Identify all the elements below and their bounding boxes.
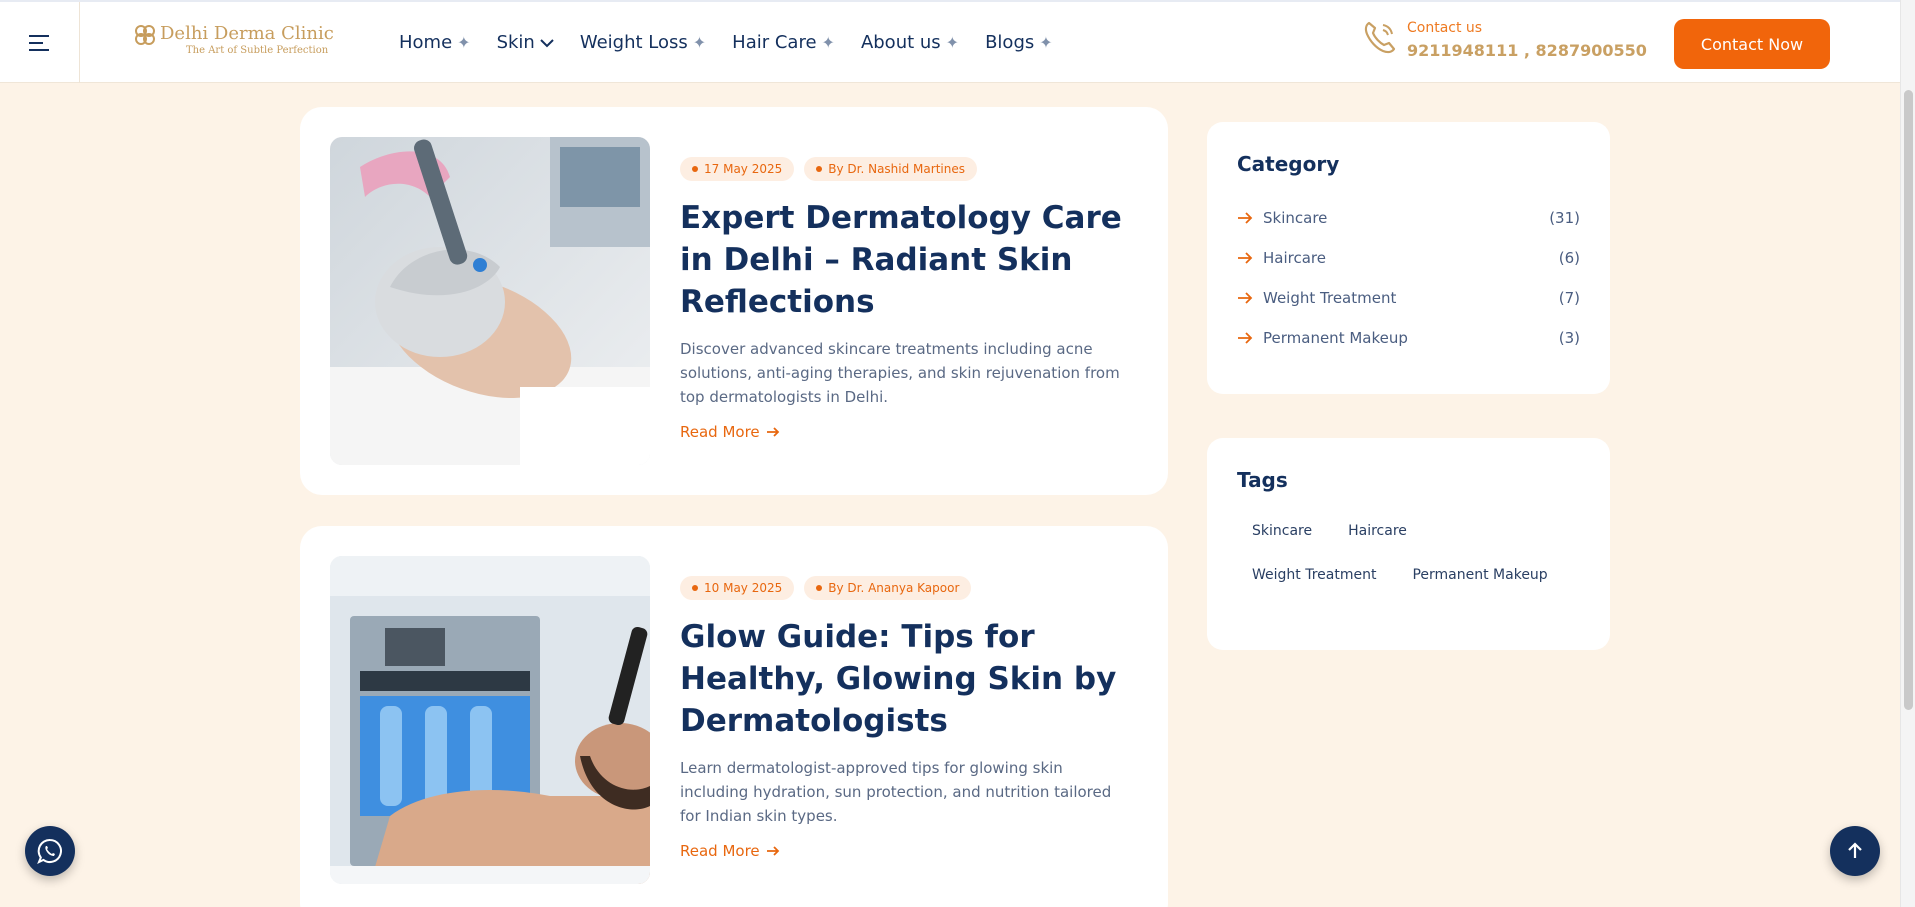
category-label: Weight Treatment <box>1263 289 1397 307</box>
plus-icon: ✦ <box>821 33 835 52</box>
blog-post-card: 17 May 2025 By Dr. Nashid Martines Exper… <box>300 107 1168 495</box>
read-more-link[interactable]: Read More <box>680 423 780 441</box>
logo-title: Delhi Derma Clinic <box>160 23 334 44</box>
logo-subtitle: The Art of Subtle Perfection <box>186 45 329 56</box>
read-more-link[interactable]: Read More <box>680 842 780 860</box>
category-label: Haircare <box>1263 249 1326 267</box>
post-date: 17 May 2025 <box>704 162 783 176</box>
nav-label: Blogs <box>985 32 1035 53</box>
category-item-haircare[interactable]: Haircare (6) <box>1237 238 1580 278</box>
category-title: Category <box>1237 152 1340 176</box>
arrow-right-icon <box>766 427 779 437</box>
post-excerpt: Learn dermatologist-approved tips for gl… <box>680 759 1112 825</box>
post-date: 10 May 2025 <box>704 581 783 595</box>
contact-now-button[interactable]: Contact Now <box>1674 19 1830 69</box>
tags-widget: Tags Skincare Haircare Weight Treatment … <box>1207 438 1610 650</box>
post-author: By Dr. Nashid Martines <box>828 162 965 176</box>
post-author: By Dr. Ananya Kapoor <box>828 581 960 595</box>
nav-item-about-us[interactable]: About us ✦ <box>861 32 959 53</box>
category-item-permanent-makeup[interactable]: Permanent Makeup (3) <box>1237 318 1580 358</box>
bullet-dot-icon <box>816 166 823 172</box>
scroll-to-top-button[interactable] <box>1830 826 1880 876</box>
arrow-up-icon <box>1848 842 1862 858</box>
category-label: Skincare <box>1263 209 1328 227</box>
contact-phone-numbers[interactable]: 9211948111 , 8287900550 <box>1407 39 1647 63</box>
tag-haircare[interactable]: Haircare <box>1333 518 1422 544</box>
arrow-right-icon <box>1238 212 1253 224</box>
post-date-badge: 17 May 2025 <box>680 157 795 181</box>
post-author-badge[interactable]: By Dr. Ananya Kapoor <box>804 576 972 600</box>
read-more-label: Read More <box>680 842 760 860</box>
plus-icon: ✦ <box>1039 33 1053 52</box>
tags-title: Tags <box>1237 468 1288 492</box>
menu-icon <box>28 34 49 51</box>
bullet-dot-icon <box>692 585 698 591</box>
post-author-badge[interactable]: By Dr. Nashid Martines <box>804 157 977 181</box>
category-count: (31) <box>1549 209 1580 227</box>
bullet-dot-icon <box>816 585 823 591</box>
plus-icon: ✦ <box>692 33 707 52</box>
nav-item-home[interactable]: Home ✦ <box>399 32 471 53</box>
arrow-right-icon <box>1238 292 1253 304</box>
blog-post-card: 10 May 2025 By Dr. Ananya Kapoor Glow Gu… <box>300 526 1168 907</box>
bullet-dot-icon <box>692 166 698 172</box>
nav-item-weight-loss[interactable]: Weight Loss ✦ <box>580 32 706 53</box>
chevron-down-icon <box>540 38 554 47</box>
post-title[interactable]: Expert Dermatology Care in Delhi – Radia… <box>680 197 1130 323</box>
arrow-right-icon <box>766 846 779 856</box>
site-logo[interactable]: Delhi Derma Clinic The Art of Subtle Per… <box>134 24 334 57</box>
contact-label: Contact us <box>1407 20 1483 36</box>
category-count: (7) <box>1558 289 1580 307</box>
nav-label: Weight Loss <box>579 32 688 53</box>
category-widget: Category Skincare (31) Haircare (6) Weig… <box>1207 122 1610 394</box>
nav-label: Hair Care <box>732 32 817 53</box>
category-label: Permanent Makeup <box>1263 329 1408 347</box>
post-image-man-hydrafacial[interactable] <box>330 556 650 884</box>
nav-item-hair-care[interactable]: Hair Care ✦ <box>732 32 835 53</box>
nav-item-skin[interactable]: Skin <box>497 32 554 53</box>
phone-icon <box>1364 21 1396 54</box>
category-item-skincare[interactable]: Skincare (31) <box>1237 198 1580 238</box>
post-excerpt: Discover advanced skincare treatments in… <box>680 340 1120 406</box>
post-title[interactable]: Glow Guide: Tips for Healthy, Glowing Sk… <box>680 616 1130 742</box>
category-count: (6) <box>1558 249 1580 267</box>
post-date-badge: 10 May 2025 <box>680 576 795 600</box>
post-image-woman-facial[interactable] <box>330 137 650 465</box>
read-more-label: Read More <box>680 423 760 441</box>
plus-icon: ✦ <box>945 33 960 52</box>
plus-icon: ✦ <box>457 33 471 52</box>
page-scrollbar[interactable] <box>1900 0 1915 907</box>
category-count: (3) <box>1558 329 1580 347</box>
category-item-weight-treatment[interactable]: Weight Treatment (7) <box>1237 278 1580 318</box>
hamburger-menu-button[interactable] <box>0 2 80 83</box>
nav-item-blogs[interactable]: Blogs ✦ <box>985 32 1053 53</box>
arrow-right-icon <box>1238 252 1253 264</box>
nav-label: Home <box>399 32 453 53</box>
tag-weight-treatment[interactable]: Weight Treatment <box>1237 562 1391 588</box>
nav-label: About us <box>860 32 941 53</box>
site-header: Delhi Derma Clinic The Art of Subtle Per… <box>0 0 1900 83</box>
contact-info[interactable]: Contact us 9211948111 , 8287900550 <box>1363 19 1647 63</box>
tag-permanent-makeup[interactable]: Permanent Makeup <box>1397 562 1562 588</box>
main-nav: Home ✦ Skin Weight Loss ✦ Hair Care ✦ Ab… <box>399 2 1053 83</box>
arrow-right-icon <box>1238 332 1253 344</box>
whatsapp-button[interactable] <box>25 826 75 876</box>
nav-label: Skin <box>496 32 535 53</box>
tag-skincare[interactable]: Skincare <box>1237 518 1327 544</box>
logo-emblem-icon <box>135 25 155 45</box>
scrollbar-thumb[interactable] <box>1904 90 1913 710</box>
whatsapp-icon <box>37 838 62 864</box>
